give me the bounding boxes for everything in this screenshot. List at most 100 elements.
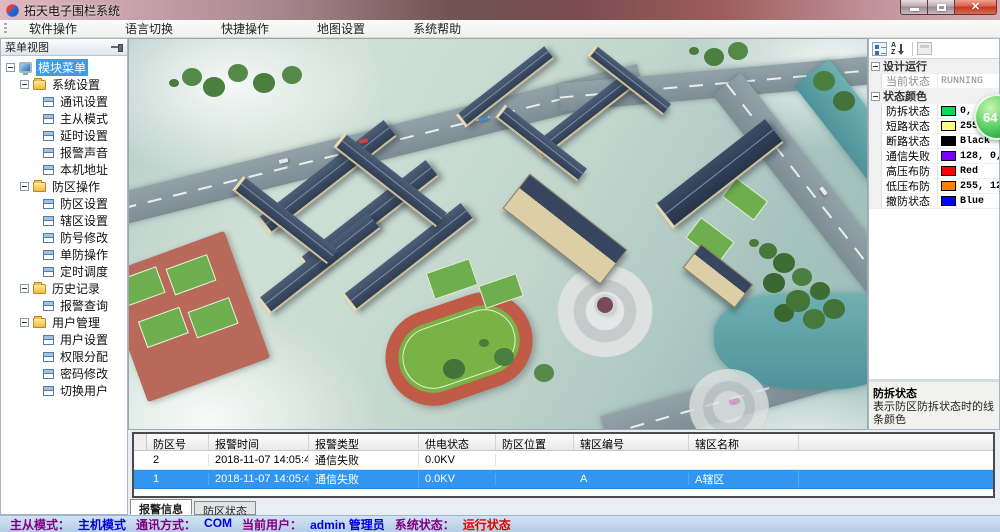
window-title: 拓天电子围栏系统: [24, 2, 120, 19]
status-bar: 主从模式： 主机模式 通讯方式： COM 当前用户： admin 管理员 系统状…: [0, 515, 1000, 532]
group-design-run[interactable]: 设计运行: [869, 59, 999, 74]
col-alarm-time[interactable]: 报警时间: [209, 434, 309, 450]
property-pages-icon: [917, 42, 932, 55]
prop-disarm-color[interactable]: 撤防状态 Blue: [869, 194, 999, 209]
pin-icon[interactable]: [111, 43, 123, 51]
tree-item-permissions[interactable]: 权限分配: [1, 348, 127, 365]
color-swatch: [941, 151, 956, 161]
form-icon: [43, 233, 54, 243]
collapse-icon[interactable]: [20, 80, 29, 89]
tab-alarm-info[interactable]: 报警信息: [130, 499, 192, 515]
prop-comm-fail-color[interactable]: 通信失败 128, 0, 255: [869, 149, 999, 164]
tree-item-single-zone[interactable]: 单防操作: [1, 246, 127, 263]
menu-help[interactable]: 系统帮助: [399, 20, 475, 38]
minimize-icon: [910, 8, 919, 11]
collapse-icon[interactable]: [871, 92, 880, 101]
main-building: [503, 173, 628, 284]
col-district-name[interactable]: 辖区名称: [689, 434, 799, 450]
tree-item-zone-number[interactable]: 防号修改: [1, 229, 127, 246]
collapse-icon[interactable]: [6, 63, 15, 72]
menu-shortcut[interactable]: 快捷操作: [207, 20, 283, 38]
col-zone-no[interactable]: 防区号: [147, 434, 209, 450]
form-icon: [43, 352, 54, 362]
color-swatch: [941, 181, 956, 191]
tree-group-system[interactable]: 系统设置: [1, 76, 127, 93]
categorized-view-icon[interactable]: [872, 42, 887, 56]
form-icon: [43, 97, 54, 107]
collapse-icon[interactable]: [871, 62, 880, 71]
col-district-no[interactable]: 辖区编号: [574, 434, 689, 450]
tree-item-alarm-sound[interactable]: 报警声音: [1, 144, 127, 161]
close-icon: ✕: [971, 1, 980, 14]
trees: [749, 239, 759, 247]
trees: [169, 79, 179, 87]
tree-item-comm-settings[interactable]: 通讯设置: [1, 93, 127, 110]
tree-group-users[interactable]: 用户管理: [1, 314, 127, 331]
form-icon: [43, 199, 54, 209]
tree-item-password[interactable]: 密码修改: [1, 365, 127, 382]
table-header: 防区号 报警时间 报警类型 供电状态 防区位置 辖区编号 辖区名称: [134, 434, 993, 451]
app-logo-icon: [6, 4, 19, 17]
form-icon: [43, 114, 54, 124]
form-icon: [43, 131, 54, 141]
tree-item-master-slave[interactable]: 主从模式: [1, 110, 127, 127]
table-row-selected[interactable]: 1 2018-11-07 14:05:42 通信失败 0.0KV A A辖区: [134, 470, 993, 489]
menu-view-panel: 菜单视图 模块菜单 系统设置 通讯设置 主从模式 延时设置 报警声音 本机地址 …: [0, 38, 128, 515]
tree-group-zone[interactable]: 防区操作: [1, 178, 127, 195]
status-comm-mode: 通讯方式： COM: [136, 516, 232, 532]
col-alarm-type[interactable]: 报警类型: [309, 434, 419, 450]
property-grid: 设计运行 当前状态 RUNNING 状态颜色 防拆状态 0, 255, 64 短…: [869, 59, 999, 209]
trees: [689, 47, 699, 55]
tree-item-switch-user[interactable]: 切换用户: [1, 382, 127, 399]
close-button[interactable]: ✕: [955, 0, 997, 15]
form-icon: [43, 216, 54, 226]
prop-hv-armed-color[interactable]: 高压布防 Red: [869, 164, 999, 179]
map-view[interactable]: [128, 38, 868, 430]
form-icon: [43, 267, 54, 277]
folder-icon: [33, 318, 46, 328]
menu-language[interactable]: 语言切换: [111, 20, 187, 38]
tree-group-history[interactable]: 历史记录: [1, 280, 127, 297]
panel-header-title: 菜单视图: [5, 39, 49, 55]
bottom-dock: 防区号 报警时间 报警类型 供电状态 防区位置 辖区编号 辖区名称 2 2018…: [128, 430, 1000, 515]
computer-icon: [19, 62, 32, 73]
collapse-icon[interactable]: [20, 284, 29, 293]
tall-building: [655, 119, 784, 229]
app-window: 拓天电子围栏系统 ✕ 软件操作 语言切换 快捷操作 地图设置 系统帮助 菜单视图…: [0, 0, 1000, 532]
minimize-button[interactable]: [900, 0, 928, 15]
color-swatch: [941, 166, 956, 176]
maximize-button[interactable]: [928, 0, 955, 15]
tree-item-district-settings[interactable]: 辖区设置: [1, 212, 127, 229]
tab-zone-status[interactable]: 防区状态: [194, 501, 256, 515]
maximize-icon: [937, 4, 946, 11]
tree-root[interactable]: 模块菜单: [1, 59, 127, 76]
status-current-user: 当前用户： admin 管理员: [242, 516, 385, 532]
status-system-state: 系统状态： 运行状态: [395, 516, 511, 532]
collapse-icon[interactable]: [20, 182, 29, 191]
menu-map-settings[interactable]: 地图设置: [303, 20, 379, 38]
tree-item-schedule[interactable]: 定时调度: [1, 263, 127, 280]
col-power-status[interactable]: 供电状态: [419, 434, 496, 450]
collapse-icon[interactable]: [20, 318, 29, 327]
form-icon: [43, 335, 54, 345]
trees: [479, 339, 489, 347]
color-swatch: [941, 136, 956, 146]
tree-root-label[interactable]: 模块菜单: [36, 59, 88, 76]
prop-lv-armed-color[interactable]: 低压布防 255, 128, 0: [869, 179, 999, 194]
toolbar-grip: [4, 23, 7, 35]
prop-open-circuit-color[interactable]: 断路状态 Black: [869, 134, 999, 149]
form-icon: [43, 301, 54, 311]
tree-item-delay[interactable]: 延时设置: [1, 127, 127, 144]
alphabetical-sort-icon[interactable]: AZ: [890, 42, 905, 56]
tree-item-zone-settings[interactable]: 防区设置: [1, 195, 127, 212]
tree-item-user-settings[interactable]: 用户设置: [1, 331, 127, 348]
alarm-table: 防区号 报警时间 报警类型 供电状态 防区位置 辖区编号 辖区名称 2 2018…: [132, 432, 995, 498]
prop-current-status[interactable]: 当前状态 RUNNING: [869, 74, 999, 89]
toolbar-separator: [912, 42, 913, 56]
menu-software[interactable]: 软件操作: [15, 20, 91, 38]
table-row[interactable]: 2 2018-11-07 14:05:42 通信失败 0.0KV: [134, 451, 993, 470]
tree-item-local-address[interactable]: 本机地址: [1, 161, 127, 178]
col-zone-location[interactable]: 防区位置: [496, 434, 574, 450]
title-bar: 拓天电子围栏系统 ✕: [0, 0, 1000, 20]
tree-item-alarm-query[interactable]: 报警查询: [1, 297, 127, 314]
